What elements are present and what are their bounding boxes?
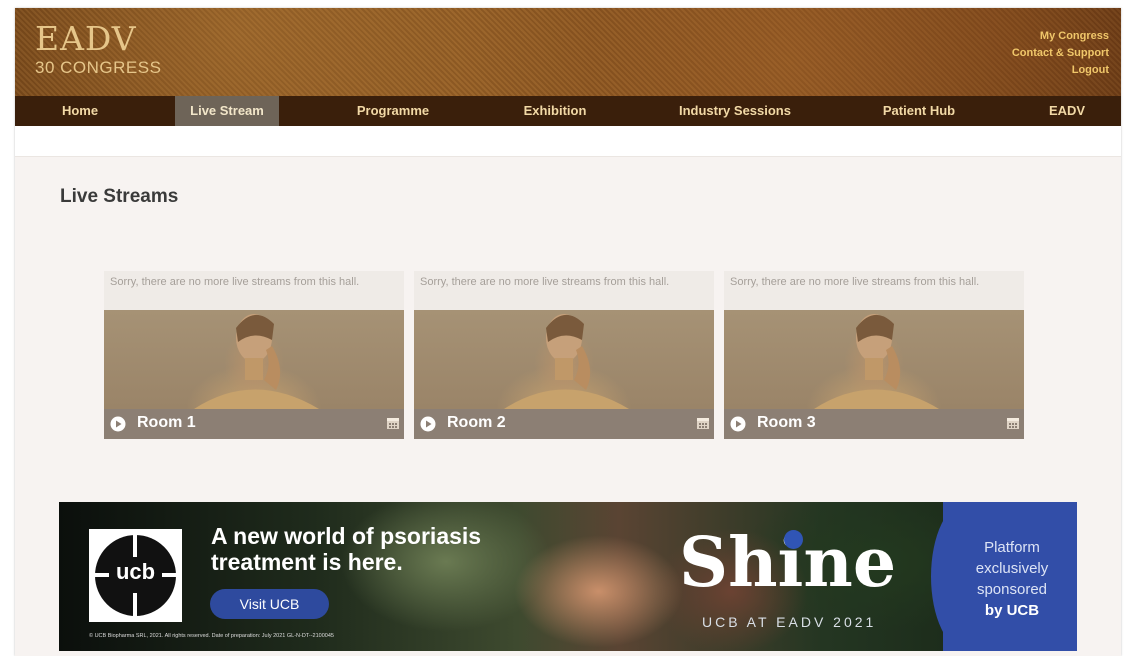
logo-subtitle: 30 CONGRESS xyxy=(35,58,162,77)
play-icon[interactable] xyxy=(110,416,126,432)
nav-patient-hub[interactable]: Patient Hub xyxy=(867,96,971,126)
stream-card-bar: Room 1 xyxy=(104,409,404,439)
stream-unavailable-message: Sorry, there are no more live streams fr… xyxy=(414,271,714,310)
sponsor-line-4: by UCB xyxy=(984,602,1040,619)
ucb-logo: ucb xyxy=(89,529,182,622)
my-congress-link[interactable]: My Congress xyxy=(1012,28,1109,45)
sponsor-text: Platform exclusively sponsored by UCB xyxy=(949,537,1075,621)
ucb-sponsor-banner[interactable]: ucb A new world of psoriasis treatment i… xyxy=(59,502,1077,651)
play-icon[interactable] xyxy=(420,416,436,432)
nav-eadv[interactable]: EADV xyxy=(1031,96,1103,126)
account-links: My Congress Contact & Support Logout xyxy=(1012,28,1109,79)
calendar-icon[interactable] xyxy=(1006,416,1020,430)
visit-ucb-button[interactable]: Visit UCB xyxy=(210,589,329,619)
nav-home[interactable]: Home xyxy=(37,96,123,126)
stream-card-bar: Room 2 xyxy=(414,409,714,439)
stream-thumbnail xyxy=(414,310,714,409)
site-header: EADV 30 CONGRESS My Congress Contact & S… xyxy=(15,8,1121,96)
ucb-logo-stroke xyxy=(133,593,137,616)
headline-line-2: treatment is here. xyxy=(211,549,403,575)
logout-link[interactable]: Logout xyxy=(1012,62,1109,79)
sub-header-strip xyxy=(15,126,1121,157)
stream-card-room-3[interactable]: Sorry, there are no more live streams fr… xyxy=(724,271,1024,439)
banner-legal-text: © UCB Biopharma SRL, 2021. All rights re… xyxy=(89,633,334,639)
browser-viewport: EADV 30 CONGRESS My Congress Contact & S… xyxy=(15,8,1121,656)
stream-thumbnail xyxy=(104,310,404,409)
stream-card-room-1[interactable]: Sorry, there are no more live streams fr… xyxy=(104,271,404,439)
stream-unavailable-message: Sorry, there are no more live streams fr… xyxy=(104,271,404,310)
page-title: Live Streams xyxy=(60,186,179,207)
nav-exhibition[interactable]: Exhibition xyxy=(507,96,603,126)
ucb-logo-stroke xyxy=(133,535,137,557)
main-nav: Home Live Stream Programme Exhibition In… xyxy=(15,96,1121,126)
calendar-icon[interactable] xyxy=(696,416,710,430)
ucb-logo-text: ucb xyxy=(115,559,156,584)
eadv-logo[interactable]: EADV 30 CONGRESS xyxy=(35,22,161,78)
ucb-at-eadv: UCB AT EADV 2021 xyxy=(702,614,877,630)
room-label: Room 3 xyxy=(757,414,816,431)
stream-thumbnail xyxy=(724,310,1024,409)
stream-card-bar: Room 3 xyxy=(724,409,1024,439)
logo-brand: EADV xyxy=(35,19,137,58)
stream-card-room-2[interactable]: Sorry, there are no more live streams fr… xyxy=(414,271,714,439)
nav-industry-sessions[interactable]: Industry Sessions xyxy=(663,96,807,126)
headline-line-1: A new world of psoriasis xyxy=(211,523,482,549)
banner-headline: A new world of psoriasis treatment is he… xyxy=(211,523,481,575)
shine-dot xyxy=(784,530,803,549)
sponsor-line-1: Platform xyxy=(984,539,1040,556)
sponsor-line-3: sponsored xyxy=(976,581,1048,598)
room-label: Room 1 xyxy=(137,414,196,431)
nav-programme[interactable]: Programme xyxy=(337,96,449,126)
stream-unavailable-message: Sorry, there are no more live streams fr… xyxy=(724,271,1024,310)
play-icon[interactable] xyxy=(730,416,746,432)
contact-support-link[interactable]: Contact & Support xyxy=(1012,45,1109,62)
calendar-icon[interactable] xyxy=(386,416,400,430)
nav-live-stream[interactable]: Live Stream xyxy=(175,96,279,126)
room-label: Room 2 xyxy=(447,414,506,431)
sponsor-line-2: exclusively xyxy=(975,560,1049,577)
